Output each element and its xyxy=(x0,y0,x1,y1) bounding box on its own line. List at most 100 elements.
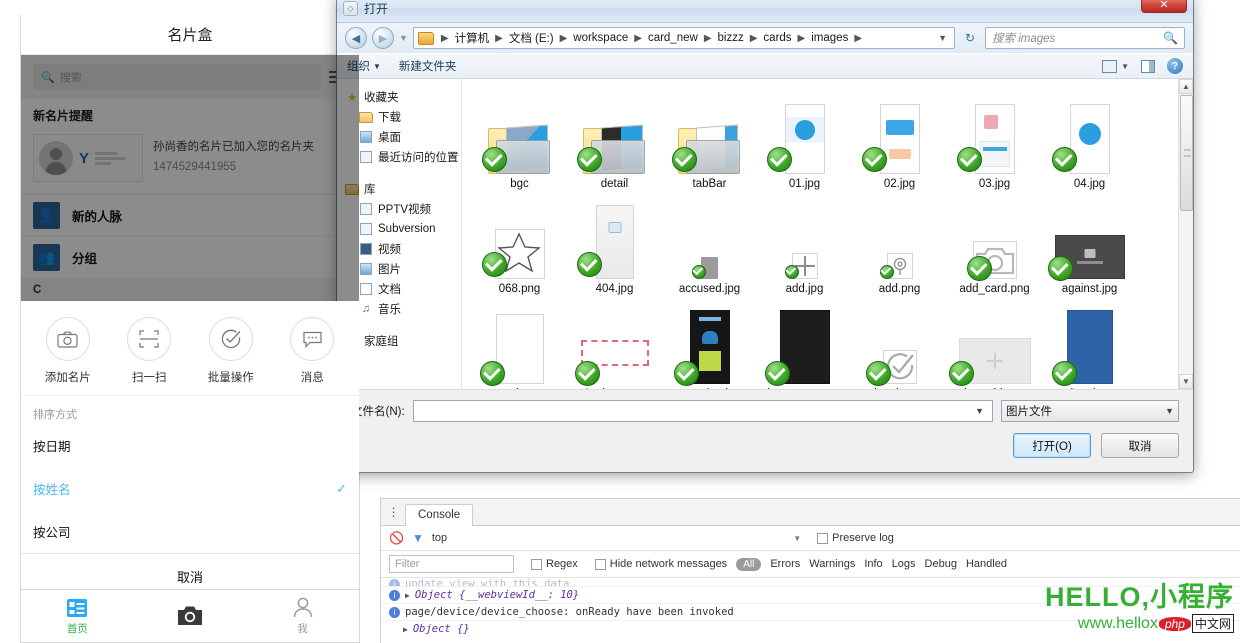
help-icon[interactable]: ? xyxy=(1167,58,1183,74)
refresh-button[interactable]: ↻ xyxy=(960,27,980,49)
file-list-area[interactable]: bgc detail xyxy=(462,79,1193,389)
sidebar-item-libraries[interactable]: 库 xyxy=(345,179,461,199)
file-item[interactable]: Assistor.png xyxy=(567,297,662,389)
sidebar-item-documents[interactable]: 文档 xyxy=(345,279,461,299)
history-dropdown-icon[interactable]: ▼ xyxy=(399,33,408,43)
breadcrumb-dropdown-icon[interactable]: ▼ xyxy=(933,33,952,43)
sidebar-item-homegroup[interactable]: ● 家庭组 xyxy=(345,331,461,351)
file-item[interactable]: bgc xyxy=(472,87,567,192)
new-folder-button[interactable]: 新建文件夹 xyxy=(399,58,457,74)
action-message[interactable]: 消息 xyxy=(276,317,348,385)
expand-triangle-icon[interactable]: ▶ xyxy=(403,625,408,634)
sort-option-by-name[interactable]: 按姓名 ✓ xyxy=(21,467,359,510)
sidebar-item-videos[interactable]: 视频 xyxy=(345,239,461,259)
preview-pane-icon[interactable] xyxy=(1141,60,1155,73)
file-item[interactable]: bag.jpg xyxy=(1042,297,1137,389)
filetype-select[interactable]: 图片文件 ▼ xyxy=(1001,400,1179,422)
file-item[interactable]: add_card.png xyxy=(947,192,1042,297)
tab-camera[interactable] xyxy=(134,605,247,629)
sort-option-by-date[interactable]: 按日期 xyxy=(21,424,359,467)
filter-icon[interactable]: ▼ xyxy=(412,531,424,545)
search-input[interactable]: 🔍 搜索 xyxy=(33,64,321,90)
level-filter-handled[interactable]: Handled xyxy=(966,558,1007,570)
action-batch[interactable]: 批量操作 xyxy=(195,317,267,385)
breadcrumb-item-documents[interactable]: 文档 (E:) xyxy=(507,29,556,47)
tab-home[interactable]: 首页 xyxy=(21,598,134,636)
list-item-groups[interactable]: 👥 分组 xyxy=(21,237,359,279)
breadcrumb-item-card-new[interactable]: card_new xyxy=(646,31,700,45)
chevron-down-icon[interactable]: ▼ xyxy=(793,534,801,543)
close-button[interactable]: ✕ xyxy=(1141,0,1187,13)
organize-menu[interactable]: 组织 ▼ xyxy=(347,58,381,74)
more-options-icon[interactable]: ⋮ xyxy=(385,498,403,525)
scrollbar-thumb[interactable] xyxy=(1180,95,1193,211)
level-filter-warnings[interactable]: Warnings xyxy=(809,558,855,570)
file-item[interactable]: 404.jpg xyxy=(567,192,662,297)
back-button[interactable]: ◀ xyxy=(345,27,367,49)
sidebar-item-downloads[interactable]: 下载 xyxy=(345,107,461,127)
view-mode-icon[interactable] xyxy=(1102,60,1117,73)
sidebar-item-desktop[interactable]: 桌面 xyxy=(345,127,461,147)
sort-option-by-company[interactable]: 按公司 xyxy=(21,510,359,553)
sidebar-item-favorites[interactable]: ★ 收藏夹 xyxy=(345,87,461,107)
level-filter-debug[interactable]: Debug xyxy=(925,558,957,570)
file-item[interactable]: against.jpg xyxy=(1042,192,1137,297)
breadcrumb-item-images[interactable]: images xyxy=(809,31,850,45)
file-item[interactable]: 01.jpg xyxy=(757,87,852,192)
breadcrumb-item-bizzz[interactable]: bizzz xyxy=(716,31,746,45)
action-add-card[interactable]: 添加名片 xyxy=(32,317,104,385)
execution-context-selector[interactable]: top xyxy=(432,532,447,544)
file-item[interactable]: bar_group.png xyxy=(757,297,852,389)
clear-console-icon[interactable]: 🚫 xyxy=(389,531,404,545)
file-item[interactable]: add.png xyxy=(852,192,947,297)
file-item[interactable]: accused.jpg xyxy=(662,192,757,297)
new-card-notice-body[interactable]: Y 孙尚香的名片已加入您的名片夹 1474529441955 xyxy=(21,130,359,195)
filter-placeholder: Filter xyxy=(395,558,419,570)
sidebar-item-pictures[interactable]: 图片 xyxy=(345,259,461,279)
action-scan[interactable]: 扫一扫 xyxy=(113,317,185,385)
regex-checkbox[interactable]: Regex xyxy=(531,558,578,570)
tab-console[interactable]: Console xyxy=(405,504,473,526)
chevron-down-icon[interactable]: ▼ xyxy=(1121,62,1129,71)
sidebar-item-music[interactable]: ♫ 音乐 xyxy=(345,299,461,319)
forward-button[interactable]: ▶ xyxy=(372,27,394,49)
search-input[interactable]: 搜索 images 🔍 xyxy=(985,27,1185,49)
breadcrumb-item-cards[interactable]: cards xyxy=(761,31,793,45)
cancel-button[interactable]: 取消 xyxy=(1101,433,1179,458)
list-item-new-contacts[interactable]: 👤 新的人脉 xyxy=(21,195,359,237)
file-item[interactable]: be_add.png xyxy=(947,297,1042,389)
breadcrumb[interactable]: ▶ 计算机 ▶ 文档 (E:) ▶ workspace ▶ card_new ▶… xyxy=(413,27,955,49)
expand-triangle-icon[interactable]: ▶ xyxy=(405,591,410,600)
dialog-title-bar[interactable]: ◇ 打开 ✕ xyxy=(337,0,1193,23)
level-filter-info[interactable]: Info xyxy=(864,558,882,570)
scroll-down-arrow[interactable]: ▼ xyxy=(1179,374,1193,389)
filename-input[interactable]: ▼ xyxy=(413,400,993,422)
breadcrumb-item-computer[interactable]: 计算机 xyxy=(453,29,492,47)
hide-network-checkbox[interactable]: Hide network messages xyxy=(595,558,727,570)
filter-input[interactable]: Filter xyxy=(389,555,514,573)
open-button[interactable]: 打开(O) xyxy=(1013,433,1091,458)
sidebar-item-recent-places[interactable]: 最近访问的位置 xyxy=(345,147,461,167)
file-item[interactable]: add.jpg xyxy=(757,192,852,297)
file-item[interactable]: array_share.png xyxy=(472,297,567,389)
sidebar-item-pptv[interactable]: PPTV视频 xyxy=(345,199,461,219)
level-filter-errors[interactable]: Errors xyxy=(770,558,800,570)
file-item[interactable]: 068.png xyxy=(472,192,567,297)
level-filter-all[interactable]: All xyxy=(736,558,761,571)
file-name: bag.jpg xyxy=(1071,388,1109,389)
level-filter-logs[interactable]: Logs xyxy=(892,558,916,570)
file-item[interactable]: batch.png xyxy=(852,297,947,389)
scroll-up-arrow[interactable]: ▲ xyxy=(1179,79,1193,94)
tab-profile[interactable]: 我 xyxy=(246,597,359,636)
file-item[interactable]: 02.jpg xyxy=(852,87,947,192)
chevron-down-icon[interactable]: ▼ xyxy=(971,406,988,416)
file-item[interactable]: detail xyxy=(567,87,662,192)
sidebar-item-subversion[interactable]: Subversion xyxy=(345,219,461,239)
file-item[interactable]: tabBar xyxy=(662,87,757,192)
file-item[interactable]: attention.jpg xyxy=(662,297,757,389)
preserve-log-checkbox[interactable]: Preserve log xyxy=(817,532,894,544)
file-item[interactable]: 04.jpg xyxy=(1042,87,1137,192)
file-item[interactable]: 03.jpg xyxy=(947,87,1042,192)
breadcrumb-item-workspace[interactable]: workspace xyxy=(571,31,630,45)
file-list-scrollbar[interactable]: ▲ ▼ xyxy=(1178,79,1193,389)
